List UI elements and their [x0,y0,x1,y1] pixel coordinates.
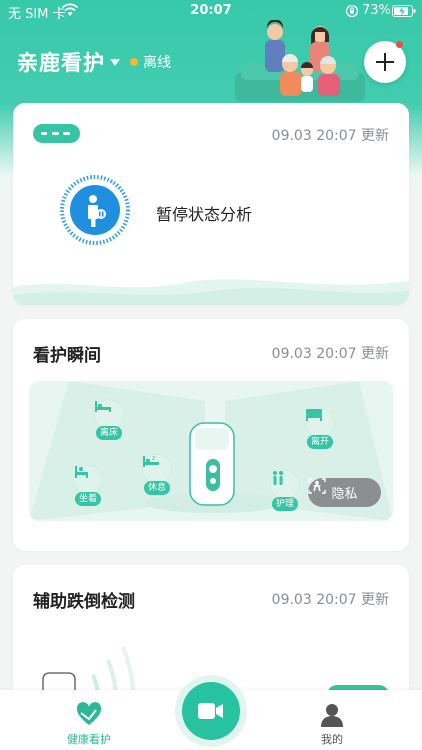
privacy-button[interactable]: 隐私 [308,478,381,507]
title-row: 亲鹿看护 离线 [17,47,171,77]
battery-percent: 73% [362,3,391,18]
heart-icon [76,702,102,725]
fall-detection-title: 辅助跌倒检测 [33,592,135,612]
connection-status: 离线 [143,55,171,71]
offline-dot [130,58,138,66]
fall-detection-updated-time: 09.03 20:07 更新 [271,592,389,608]
paused-person-icon [60,175,130,245]
spot-rest[interactable]: z 休息 [142,454,172,495]
sitting-icon [73,465,103,495]
tab-label: 我的 [321,733,343,746]
spot-label: 护理 [271,497,298,511]
spot-care[interactable]: 护理 [270,470,300,511]
status-analysis-label: 暂停状态分析 [156,205,253,224]
bed-icon [94,399,124,429]
user-icon [321,704,343,727]
privacy-icon [308,478,326,494]
rest-bed-icon: z [142,454,172,484]
add-device-button[interactable] [364,41,406,83]
spot-leave-bed[interactable]: 离床 [94,399,124,440]
tab-label: 健康看护 [67,733,111,746]
care-moment-title: 看护瞬间 [33,346,101,366]
spot-leave[interactable]: 离开 [305,408,335,449]
care-moment-card[interactable]: 看护瞬间 09.03 20:07 更新 离床 z 休息 坐着 离开 护理 隐私 [13,319,409,551]
empty-bed-icon [305,408,335,438]
page-title[interactable]: 亲鹿看护 [17,47,105,77]
orientation-lock-icon [345,4,359,18]
svg-text:z: z [152,455,155,462]
battery-charging-icon [392,5,416,17]
care-moment-updated-time: 09.03 20:07 更新 [271,346,389,362]
device-pill[interactable] [33,124,80,143]
family-illustration [235,20,365,102]
privacy-label: 隐私 [331,487,358,502]
spot-sitting[interactable]: 坐着 [73,465,103,506]
status-updated-time: 09.03 20:07 更新 [271,128,389,144]
caregiver-icon [270,470,300,500]
spot-label: 离床 [95,426,122,440]
status-card[interactable]: 09.03 20:07 更新 暂停状态分析 [13,103,409,305]
wave-decoration [13,279,409,305]
tab-health-care[interactable]: 健康看护 [49,690,129,750]
spot-label: 坐着 [74,492,101,506]
spot-label: 休息 [143,481,170,495]
spot-label: 离开 [306,435,333,449]
room-scene: 离床 z 休息 坐着 离开 护理 隐私 [29,381,393,521]
chevron-down-icon[interactable] [110,58,120,66]
video-camera-icon [198,703,223,719]
tab-mine[interactable]: 我的 [292,690,372,750]
video-call-button[interactable] [182,682,240,740]
notification-badge [396,41,403,48]
